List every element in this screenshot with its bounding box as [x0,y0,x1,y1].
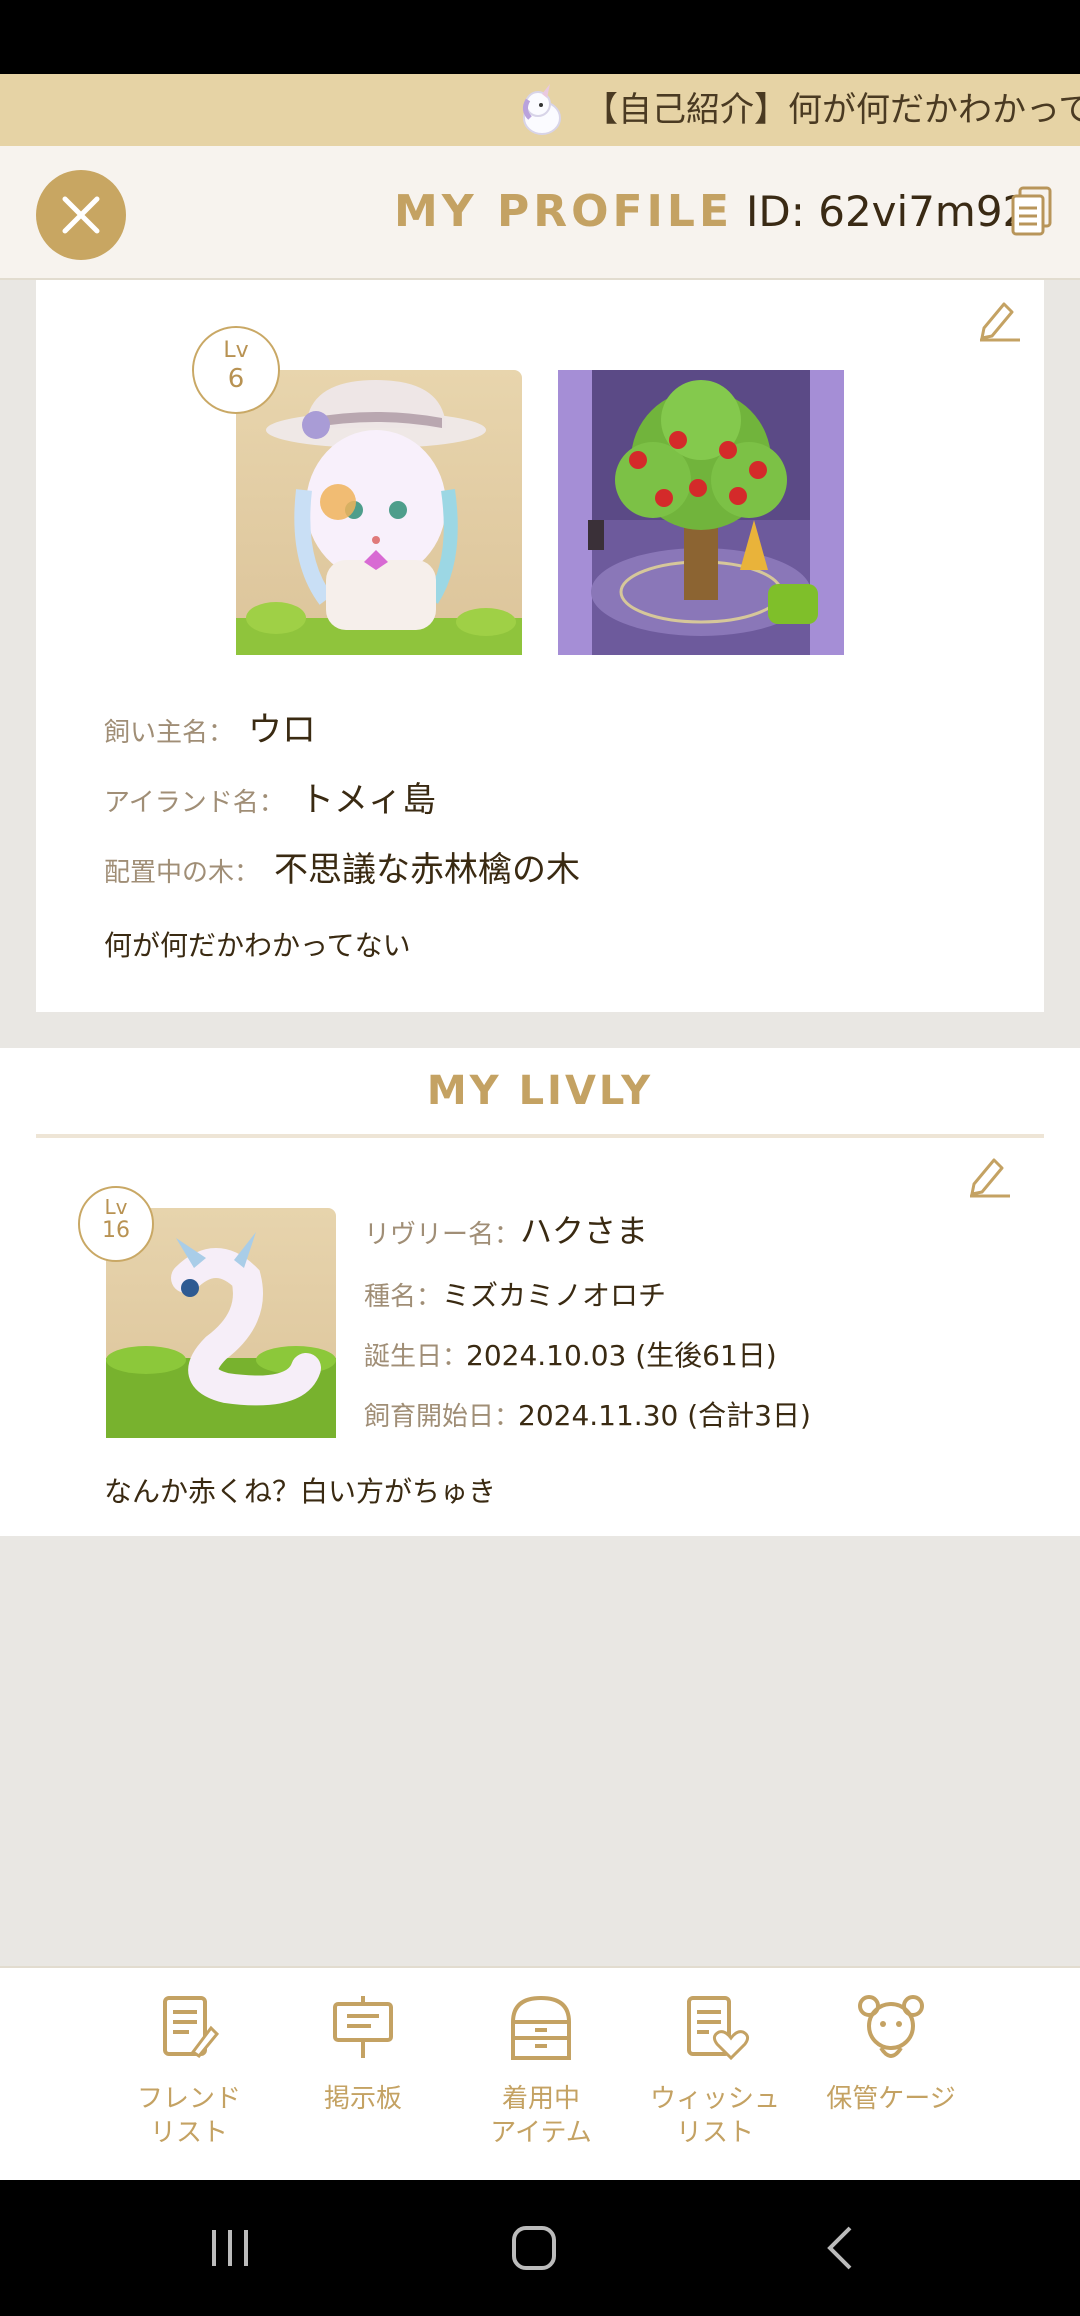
user-id: ID: 62vi7m92 [746,187,1030,236]
profile-bio: 何が何だかわかってない [104,929,411,962]
livly-section-title: MY LIVLY [426,1068,654,1114]
status-bar [0,0,1080,74]
copy-icon[interactable] [1010,186,1054,238]
friend-list-icon [163,1996,220,2059]
island-name-label: アイランド名： [104,788,285,818]
raising-start-label: 飼育開始日： [364,1402,521,1432]
storage-cage-icon [858,1995,924,2058]
birthday-value: 2024.10.03 (生後61日) [466,1339,777,1372]
owner-name-value: ウロ [248,710,316,750]
close-button[interactable] [36,170,126,260]
island-tree-image[interactable] [558,370,844,655]
placed-tree-label: 配置中の木： [104,858,261,888]
nav-wearing-items[interactable]: 着用中 アイテム [466,1992,616,2150]
nav-friend-list[interactable]: フレンド リスト [114,1992,264,2150]
livly-name-label: リヴリー名： [364,1220,521,1250]
livly-name-value: ハクさま [520,1212,649,1250]
birthday-label: 誕生日： [364,1342,469,1372]
profile-card [36,280,1044,1012]
species-label: 種名： [364,1282,443,1312]
recent-apps-icon[interactable] [208,2226,252,2270]
ticker-text: 【自己紹介】何が何だかわかって [584,90,1080,130]
bulletin-board-icon [333,1996,393,2058]
livly-level-badge: Lv 16 [78,1186,154,1262]
placed-tree-value: 不思議な赤林檎の木 [274,850,580,890]
edit-profile-icon[interactable] [976,296,1022,342]
unicorn-icon [522,84,561,135]
level-label: Lv [223,338,249,363]
owner-name-label: 飼い主名： [104,718,235,748]
level-value: 16 [102,1218,130,1243]
page-title: MY PROFILE [394,186,734,237]
back-icon[interactable] [820,2224,860,2272]
level-label: Lv [104,1195,128,1219]
nav-wishlist[interactable]: ウィッシュ リスト [640,1992,790,2150]
divider [36,1134,1044,1138]
nav-label: 保管ケージ [826,2084,956,2114]
livly-bio: なんか赤くね？白い方がちゅき [104,1475,497,1508]
nav-label: フレンド リスト [136,2084,241,2148]
close-icon [62,196,100,234]
wearing-items-icon [511,1995,571,2060]
edit-livly-icon[interactable] [966,1152,1012,1198]
home-icon[interactable] [510,2224,558,2272]
island-name-value: トメィ島 [300,780,436,820]
species-value: ミズカミノオロチ [442,1279,667,1312]
nav-bulletin-board[interactable]: 掲示板 [288,1992,438,2116]
nav-label: 掲示板 [323,2084,402,2114]
level-value: 6 [227,364,245,394]
owner-avatar-image[interactable] [236,370,522,655]
nav-label: 着用中 アイテム [490,2084,592,2148]
nav-label: ウィッシュ リスト [649,2084,780,2148]
nav-storage-cage[interactable]: 保管ケージ [816,1992,966,2116]
raising-start-value: 2024.11.30 (合計3日) [518,1399,811,1432]
owner-level-badge: Lv 6 [192,326,280,414]
wishlist-icon [687,1996,750,2061]
